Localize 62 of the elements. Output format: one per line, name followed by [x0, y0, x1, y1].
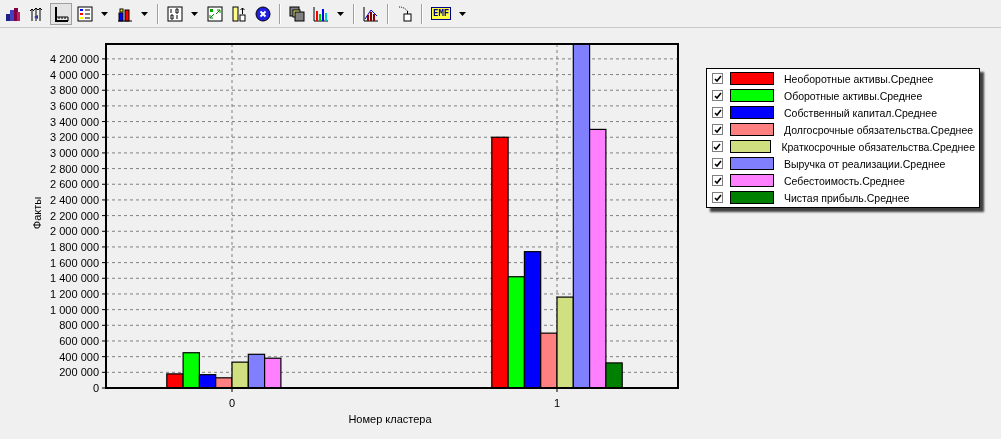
emf-button[interactable]: EMF [428, 2, 471, 25]
column-arrow-icon [231, 5, 247, 22]
axis-tick-label: 4 000 000 [50, 68, 99, 81]
axis-tick-label: 1 200 000 [50, 287, 99, 300]
legend-label: Выручка от реализации.Среднее [784, 157, 946, 170]
axis-tick-label: 2 600 000 [50, 178, 99, 191]
axis-tick-label: 2 000 000 [50, 225, 99, 238]
caret-icon [191, 11, 198, 16]
legend-checkbox[interactable] [712, 192, 723, 203]
legend-label: Долгосрочные обязательства.Среднее [784, 123, 974, 136]
bar-chart-icon [117, 5, 133, 22]
resize-icon [207, 5, 223, 22]
legend-label: Собственный капитал.Среднее [784, 106, 938, 119]
legend-checkbox[interactable] [712, 73, 723, 84]
axis-tick-label: 200 000 [59, 366, 99, 379]
binary-digits-icon [167, 5, 183, 22]
close-icon [255, 5, 271, 22]
caret-icon [101, 11, 108, 16]
legend-label: Чистая прибыль.Среднее [784, 191, 910, 204]
legend-checkbox[interactable] [712, 107, 723, 118]
caret-icon [337, 11, 344, 16]
legend-label: Необоротные активы.Среднее [784, 72, 934, 85]
axis-tick-label: 800 000 [59, 319, 99, 332]
legend-checkbox[interactable] [712, 158, 723, 169]
axis-tick-label: 3 600 000 [50, 99, 99, 112]
arrows-icon [29, 5, 45, 22]
legend-checkbox[interactable] [712, 141, 723, 152]
axis-tick-label: 0 [228, 397, 236, 409]
axis-tick-label: 0 [92, 382, 99, 394]
legend-label: Краткосрочные обязательства.Среднее [781, 140, 975, 153]
legend-label: Оборотные активы.Среднее [784, 89, 923, 102]
axis-tick-label: 4 200 000 [50, 52, 99, 65]
colored-bars-icon [313, 5, 329, 22]
axis-tick-label: 600 000 [59, 335, 99, 347]
bar-line-chart-icon [363, 5, 379, 22]
legend-checkbox[interactable] [712, 175, 723, 186]
axis-tick-label: 2 400 000 [50, 193, 99, 206]
axis-tick-label: 2 200 000 [50, 209, 99, 222]
axis-tick-label: 1 [553, 397, 561, 409]
axis-tick-label: 3 400 000 [50, 115, 99, 128]
axis-tick-label: 1 400 000 [50, 272, 99, 285]
ruler-button[interactable] [50, 2, 72, 25]
axis-tick-label: 1 000 000 [50, 303, 99, 316]
x-axis-title: Номер кластера [348, 413, 432, 425]
axis-tick-label: 3 000 000 [50, 146, 99, 159]
legend-checkbox[interactable] [712, 124, 723, 135]
axis-tick-label: 3 200 000 [50, 131, 99, 144]
axis-tick-label: 400 000 [59, 350, 99, 363]
axis-tick-label: 3 800 000 [50, 84, 99, 97]
squares-icon [289, 5, 305, 22]
legend-icon [77, 5, 93, 22]
y-axis-title: Факты [31, 196, 43, 230]
caret-icon [141, 11, 148, 16]
legend-checkbox[interactable] [712, 90, 723, 101]
dotted-arrow-box-icon [397, 5, 413, 22]
axis-tick-label: 2 800 000 [50, 162, 99, 175]
axis-tick-label: 1 600 000 [50, 256, 99, 269]
bar-chart-3d-icon [5, 5, 21, 22]
ruler-icon [53, 5, 69, 22]
caret-icon [459, 11, 467, 16]
axis-tick-label: 1 800 000 [50, 240, 99, 253]
legend-label: Себестоимость.Среднее [784, 174, 905, 187]
